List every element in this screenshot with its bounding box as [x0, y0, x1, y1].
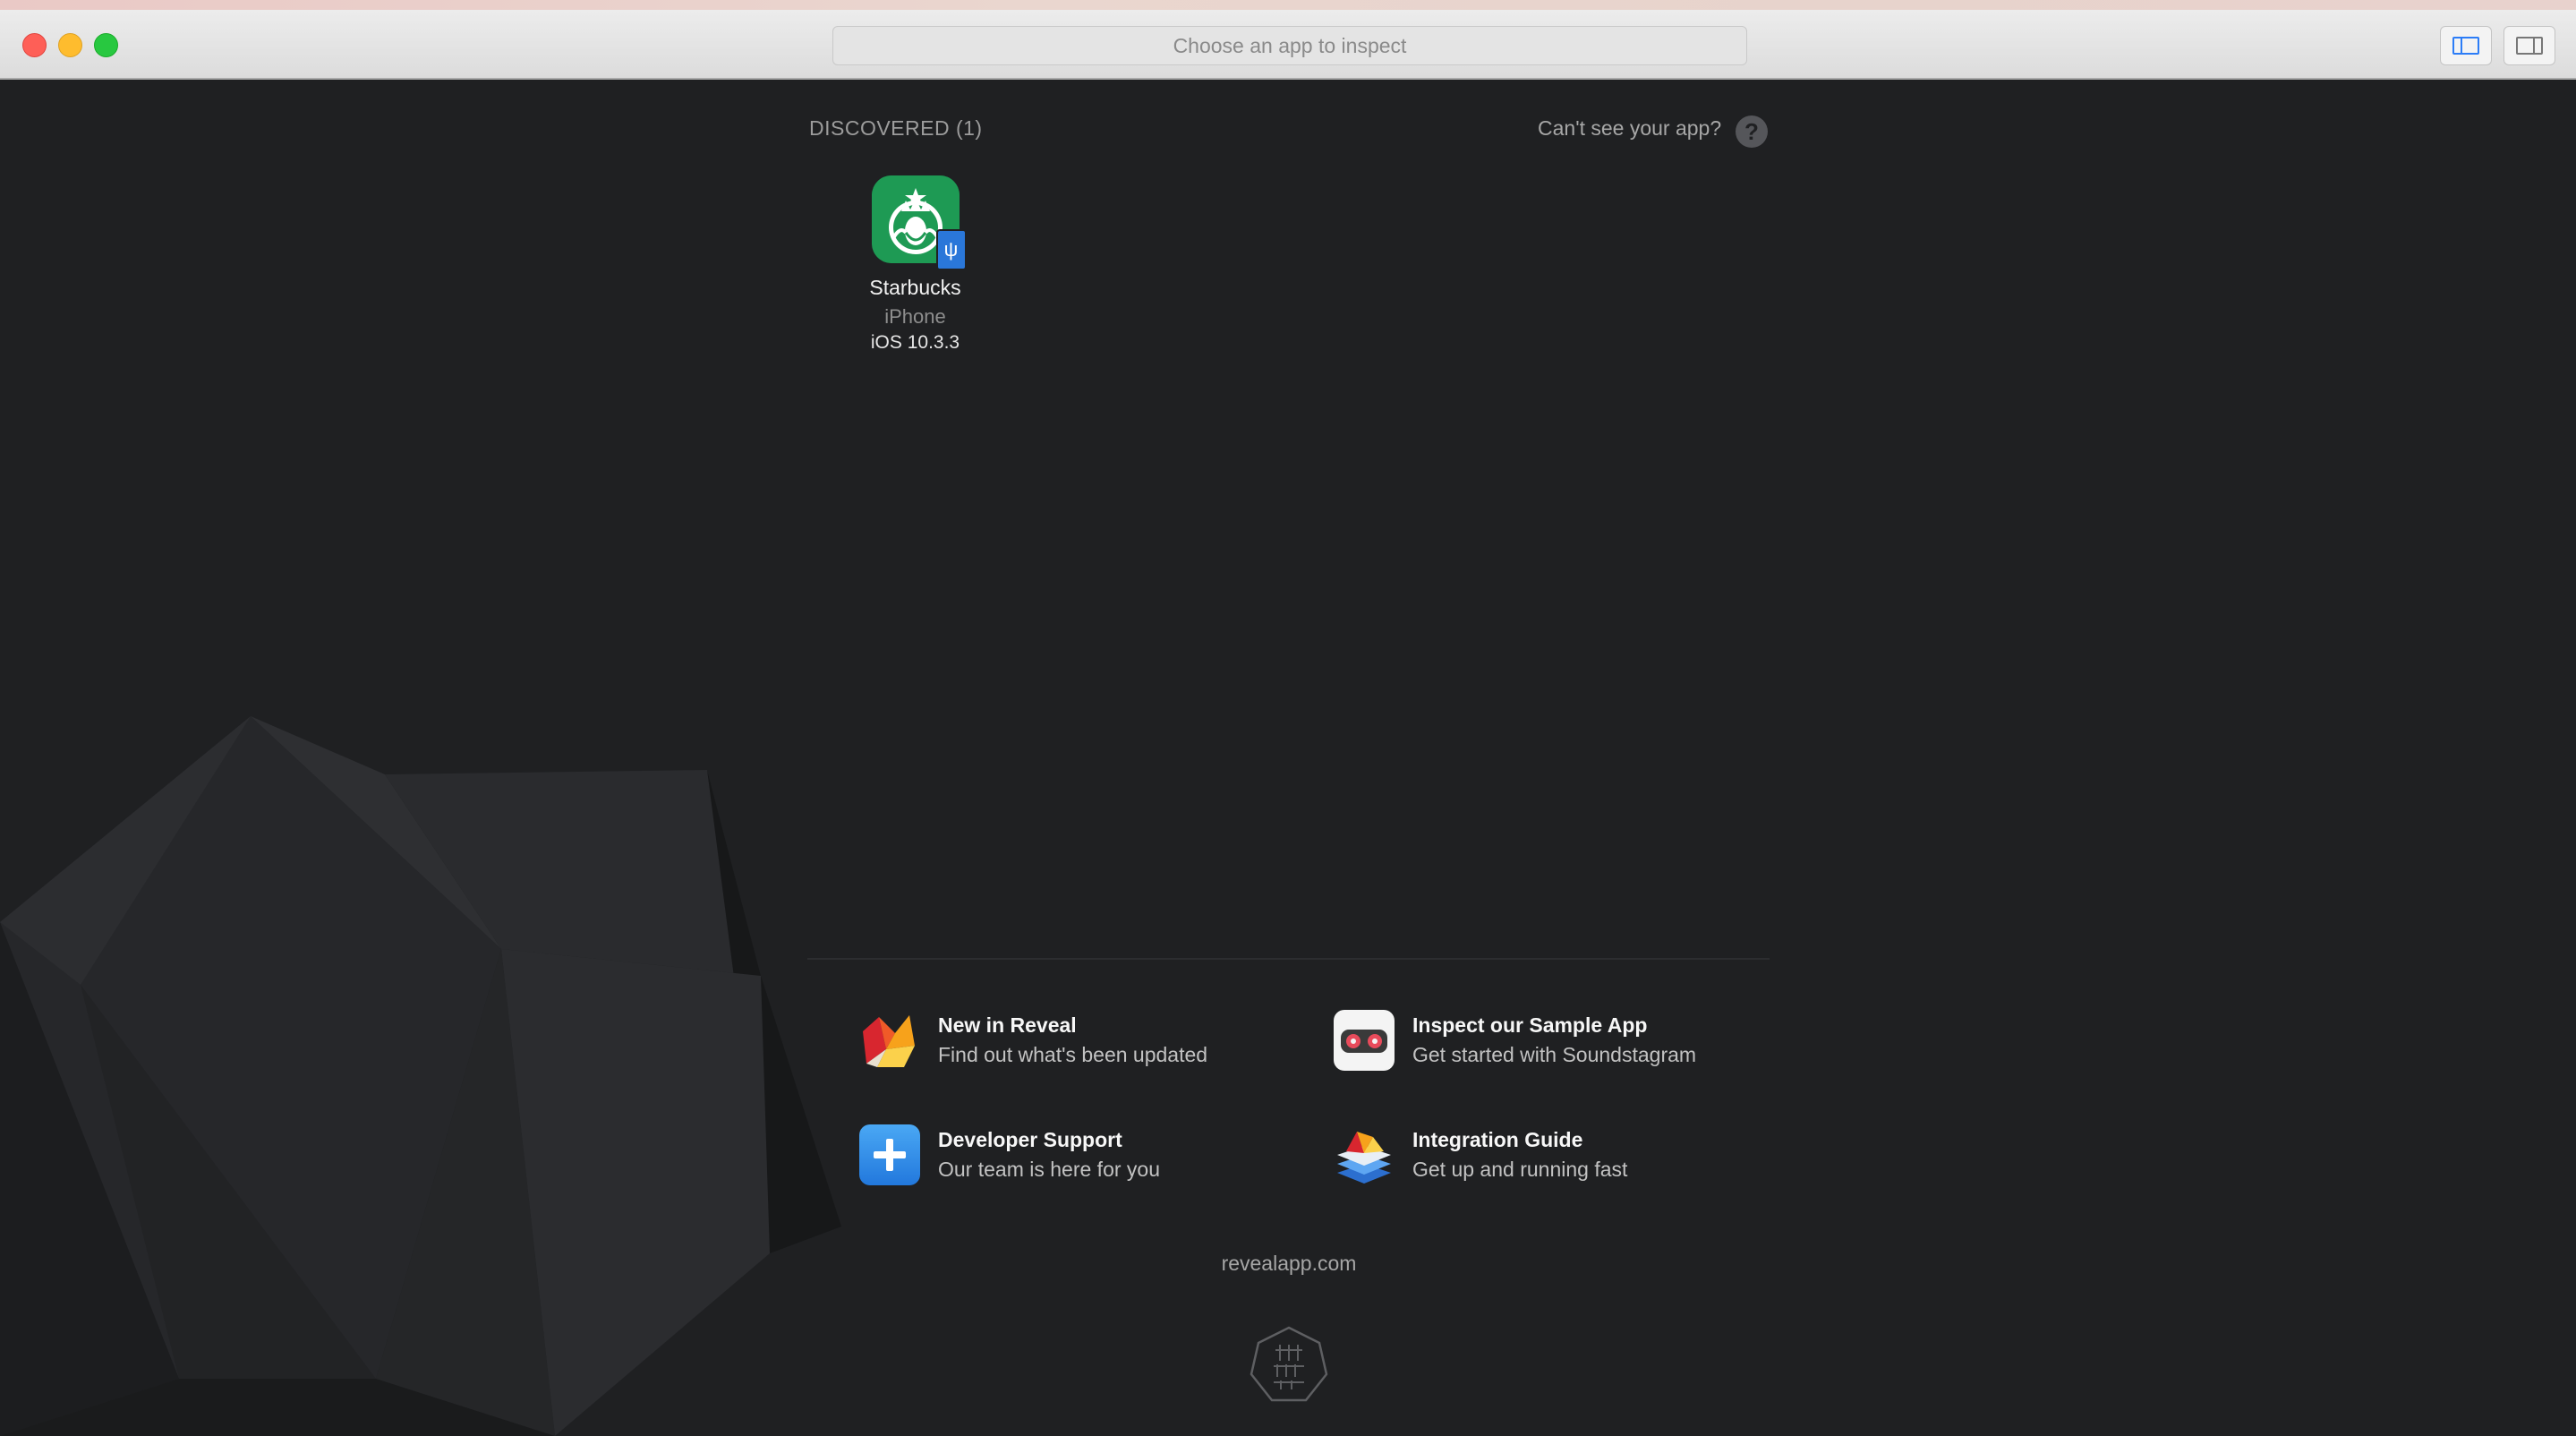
link-subtitle: Our team is here for you [938, 1158, 1160, 1181]
help-icon[interactable]: ? [1736, 115, 1768, 148]
app-chooser-dropdown[interactable]: Choose an app to inspect [832, 26, 1747, 65]
window-titlebar: Choose an app to inspect [0, 10, 2576, 80]
left-sidebar-icon [2452, 37, 2479, 55]
link-title: Developer Support [938, 1128, 1122, 1151]
link-title: Inspect our Sample App [1412, 1013, 1648, 1037]
stacked-layers-icon [1334, 1124, 1395, 1185]
low-poly-background-art [0, 716, 841, 1436]
toggle-left-sidebar-button[interactable] [2440, 26, 2492, 65]
discovered-app-tile[interactable]: ψ Starbucks iPhone iOS 10.3.3 [855, 175, 976, 354]
reveal-origami-icon [859, 1010, 920, 1071]
section-divider [807, 958, 1770, 960]
zoom-window-button[interactable] [94, 33, 118, 57]
link-subtitle: Get started with Soundstagram [1412, 1043, 1697, 1066]
itty-bitty-apps-logo[interactable] [1249, 1325, 1329, 1406]
toggle-right-sidebar-button[interactable] [2503, 26, 2555, 65]
developer-support-link[interactable]: Developer Support Our team is here for y… [859, 1124, 1160, 1185]
help-icon-glyph: ? [1744, 117, 1759, 145]
inspect-sample-app-link[interactable]: Inspect our Sample App Get started with … [1334, 1010, 1696, 1071]
link-title: New in Reveal [938, 1013, 1077, 1037]
right-sidebar-icon [2516, 37, 2543, 55]
link-subtitle: Find out what's been updated [938, 1043, 1208, 1066]
new-in-reveal-link[interactable]: New in Reveal Find out what's been updat… [859, 1010, 1207, 1071]
starbucks-logo-icon: ψ [871, 175, 967, 270]
close-window-button[interactable] [22, 33, 47, 57]
soundstagram-icon [1334, 1010, 1395, 1071]
link-title: Integration Guide [1412, 1128, 1583, 1151]
usb-connection-icon: ψ [935, 229, 967, 270]
discovered-section-title: DISCOVERED (1) [809, 116, 983, 140]
app-chooser-placeholder: Choose an app to inspect [1173, 33, 1407, 57]
minimize-window-button[interactable] [58, 33, 82, 57]
link-subtitle: Get up and running fast [1412, 1158, 1628, 1181]
app-device: iPhone [884, 305, 946, 328]
app-os-version: iOS 10.3.3 [870, 332, 960, 353]
app-name: Starbucks [869, 276, 961, 299]
plus-icon [859, 1124, 920, 1185]
revealapp-website-link[interactable]: revealapp.com [1164, 1252, 1414, 1276]
cant-see-app-link[interactable]: Can't see your app? [1538, 116, 1721, 141]
integration-guide-link[interactable]: Integration Guide Get up and running fas… [1334, 1124, 1627, 1185]
